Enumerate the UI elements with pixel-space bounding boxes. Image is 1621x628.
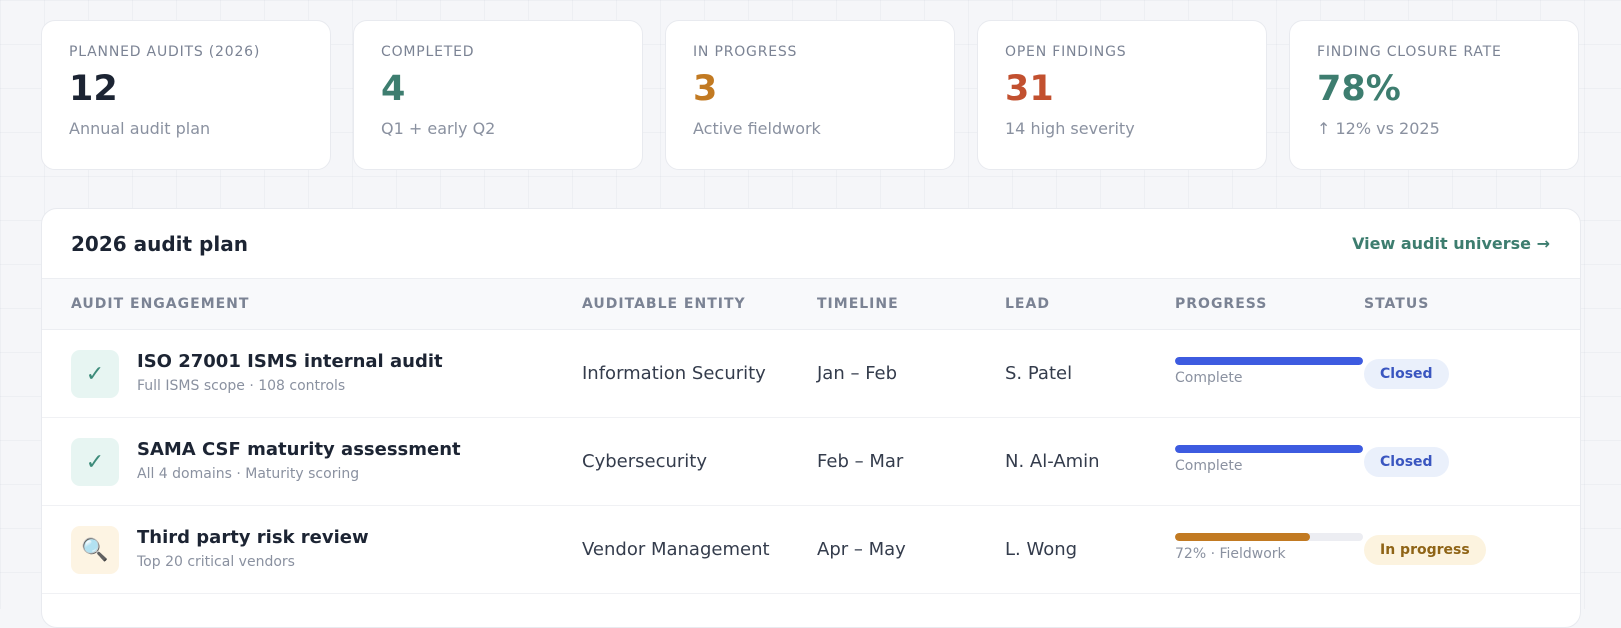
table-row[interactable]: ✓ SAMA CSF maturity assessment All 4 dom… xyxy=(42,418,1580,506)
progress-bar xyxy=(1175,357,1363,365)
column-header-status[interactable]: STATUS xyxy=(1364,296,1429,312)
kpi-label: COMPLETED xyxy=(381,44,475,60)
progress-label: Complete xyxy=(1175,458,1243,474)
lead: L. Wong xyxy=(1005,539,1078,560)
auditable-entity: Cybersecurity xyxy=(582,451,707,472)
kpi-card-completed: COMPLETED 4 Q1 + early Q2 xyxy=(353,20,643,170)
status-badge: In progress xyxy=(1364,535,1486,565)
kpi-card-planned-audits: PLANNED AUDITS (2026) 12 Annual audit pl… xyxy=(41,20,331,170)
engagement-subtitle: All 4 domains · Maturity scoring xyxy=(137,466,360,482)
check-icon: ✓ xyxy=(71,350,119,398)
progress-fill xyxy=(1175,357,1363,365)
engagement-title[interactable]: Third party risk review xyxy=(137,527,369,548)
kpi-value: 4 xyxy=(381,69,406,109)
status-badge: Closed xyxy=(1364,447,1449,477)
kpi-subtext: 14 high severity xyxy=(1005,118,1135,138)
kpi-value: 78% xyxy=(1317,69,1401,109)
search-icon: 🔍 xyxy=(71,526,119,574)
kpi-subtext: ↑ 12% vs 2025 xyxy=(1317,118,1440,138)
lead: N. Al-Amin xyxy=(1005,451,1100,472)
column-header-timeline[interactable]: TIMELINE xyxy=(817,296,899,312)
kpi-label: IN PROGRESS xyxy=(693,44,798,60)
engagement-subtitle: Top 20 critical vendors xyxy=(137,554,295,570)
kpi-subtext: Q1 + early Q2 xyxy=(381,118,496,138)
kpi-card-closure-rate: FINDING CLOSURE RATE 78% ↑ 12% vs 2025 xyxy=(1289,20,1579,170)
column-header-entity[interactable]: AUDITABLE ENTITY xyxy=(582,296,746,312)
timeline: Feb – Mar xyxy=(817,451,904,472)
check-icon: ✓ xyxy=(71,438,119,486)
engagement-title[interactable]: ISO 27001 ISMS internal audit xyxy=(137,351,443,372)
progress-fill xyxy=(1175,533,1311,541)
view-audit-universe-link[interactable]: View audit universe → xyxy=(1352,234,1550,253)
progress-label: Complete xyxy=(1175,370,1243,386)
kpi-cards: PLANNED AUDITS (2026) 12 Annual audit pl… xyxy=(41,20,1579,170)
status-badge: Closed xyxy=(1364,359,1449,389)
table-row[interactable]: 🔍 Third party risk review Top 20 critica… xyxy=(42,506,1580,594)
kpi-label: OPEN FINDINGS xyxy=(1005,44,1127,60)
column-header-engagement[interactable]: AUDIT ENGAGEMENT xyxy=(71,296,249,312)
auditable-entity: Information Security xyxy=(582,363,766,384)
kpi-value: 3 xyxy=(693,69,718,109)
engagement-subtitle: Full ISMS scope · 108 controls xyxy=(137,378,346,394)
progress-label: 72% · Fieldwork xyxy=(1175,546,1286,562)
column-header-lead[interactable]: LEAD xyxy=(1005,296,1050,312)
panel-title: 2026 audit plan xyxy=(71,231,248,256)
column-header-progress[interactable]: PROGRESS xyxy=(1175,296,1267,312)
kpi-label: FINDING CLOSURE RATE xyxy=(1317,44,1502,60)
auditable-entity: Vendor Management xyxy=(582,539,770,560)
kpi-subtext: Active fieldwork xyxy=(693,118,821,138)
engagement-title[interactable]: SAMA CSF maturity assessment xyxy=(137,439,461,460)
panel-header: 2026 audit plan View audit universe → xyxy=(42,209,1580,279)
timeline: Apr – May xyxy=(817,539,906,560)
timeline: Jan – Feb xyxy=(817,363,898,384)
kpi-label: PLANNED AUDITS (2026) xyxy=(69,44,261,60)
progress-bar xyxy=(1175,533,1363,541)
progress-fill xyxy=(1175,445,1363,453)
progress-bar xyxy=(1175,445,1363,453)
kpi-subtext: Annual audit plan xyxy=(69,118,211,138)
kpi-card-open-findings: OPEN FINDINGS 31 14 high severity xyxy=(977,20,1267,170)
table-row[interactable]: ✓ ISO 27001 ISMS internal audit Full ISM… xyxy=(42,330,1580,418)
lead: S. Patel xyxy=(1005,363,1073,384)
kpi-value: 31 xyxy=(1005,69,1054,109)
table-header: AUDIT ENGAGEMENT AUDITABLE ENTITY TIMELI… xyxy=(42,279,1580,330)
audit-plan-panel: 2026 audit plan View audit universe → AU… xyxy=(41,208,1581,628)
kpi-value: 12 xyxy=(69,69,118,109)
kpi-card-in-progress: IN PROGRESS 3 Active fieldwork xyxy=(665,20,955,170)
